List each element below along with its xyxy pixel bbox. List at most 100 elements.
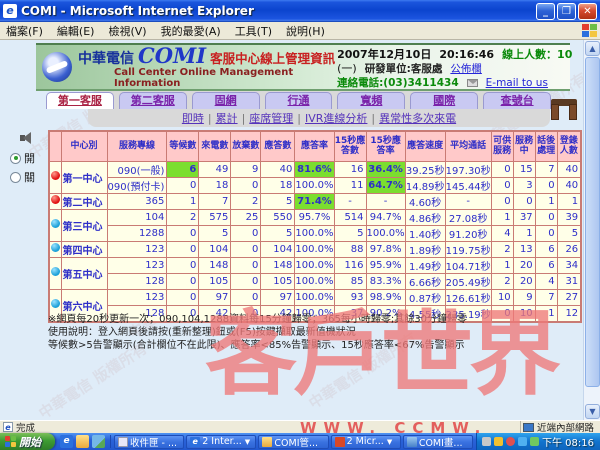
tab-第二客服[interactable]: 第二客服 (119, 92, 187, 109)
stat-cell: 39.25秒 (405, 161, 445, 177)
taskbar-button[interactable]: e2 Inter...▼ (186, 435, 256, 449)
stat-cell: 100.0% (295, 177, 334, 193)
stat-cell: 40 (261, 161, 295, 177)
modem-tray-icon[interactable] (482, 437, 491, 446)
windows-flag-icon (5, 436, 16, 447)
taskbar-button[interactable]: 2 Micr...▼ (331, 435, 401, 449)
antivirus-tray-icon[interactable] (506, 437, 515, 446)
stat-cell: 0 (167, 241, 199, 257)
status-bar: e 完成 近端內部網路 (0, 420, 600, 433)
stat-cell: 11 (334, 177, 366, 193)
ie-quicklaunch-icon[interactable]: e (60, 435, 73, 448)
tab-第一客服[interactable]: 第一客服 (46, 92, 114, 109)
subnav-link[interactable]: 即時 (182, 112, 204, 125)
stat-cell: 1.49秒 (405, 257, 445, 273)
stat-cell: 94.7% (366, 209, 405, 225)
status-dot-icon (51, 195, 60, 204)
network-tray-icon[interactable] (518, 437, 527, 446)
tab-行通[interactable]: 行通 (265, 92, 333, 109)
taskbar-button[interactable]: COMI畫... (403, 435, 473, 449)
column-header: 應答速度 (405, 131, 445, 161)
menu-item[interactable]: 編輯(E) (57, 23, 95, 39)
current-date: 2007年12月10日 (337, 48, 431, 62)
doc-icon (335, 437, 345, 447)
subnav-link[interactable]: 累計 (216, 112, 238, 125)
stat-cell: 64.7% (366, 177, 405, 193)
security-tray-icon[interactable] (494, 437, 503, 446)
show-desktop-icon[interactable] (92, 435, 105, 448)
service-line-cell: 123 (107, 257, 167, 273)
menu-item[interactable]: 我的最愛(A) (161, 23, 221, 39)
table-row: 090(預付卡)018018100.0%1164.7%14.89秒145.44秒… (49, 177, 581, 193)
menu-item[interactable]: 檢視(V) (108, 23, 146, 39)
sound-on-radio[interactable] (10, 153, 21, 164)
footnote-line: 使用說明：登入網頁後請按(重新整理)鈕或(F5)按鍵擷取最新值機狀況 (48, 326, 572, 339)
stat-cell: 27.08秒 (445, 209, 491, 225)
center-name-cell: 第一中心 (61, 161, 107, 193)
stat-cell: 0 (167, 273, 199, 289)
menu-item[interactable]: 說明(H) (286, 23, 325, 39)
stat-cell: 2 (167, 209, 199, 225)
stat-cell: 100.0% (295, 225, 334, 241)
scrollbar-thumb[interactable] (585, 57, 600, 387)
column-header: 放棄數 (231, 131, 261, 161)
scroll-up-arrow-icon[interactable]: ▲ (585, 41, 600, 56)
menu-item[interactable]: 工具(T) (235, 23, 272, 39)
stat-cell: 7 (199, 193, 231, 209)
zone-label: 近端內部網路 (537, 420, 594, 434)
column-header: 15秒應答率 (366, 131, 405, 161)
close-button[interactable]: ✕ (578, 3, 597, 20)
window-titlebar: e COMI - Microsoft Internet Explorer _ ❐… (0, 0, 600, 22)
page-done-icon: e (3, 422, 13, 432)
stat-cell: 3 (513, 177, 535, 193)
tab-固網[interactable]: 固網 (192, 92, 260, 109)
status-dot-cell (49, 193, 61, 209)
ie-app-icon: e (3, 4, 17, 18)
taskbar-button[interactable]: COMI管... (258, 435, 328, 449)
taskbar-button[interactable]: 收件匣 - ... (114, 435, 184, 449)
stat-cell: 0 (535, 209, 557, 225)
stat-cell: 0 (231, 177, 261, 193)
subnav-link[interactable]: IVR進線分析 (305, 112, 367, 125)
minimize-button[interactable]: _ (536, 3, 555, 20)
stat-cell: 145.44秒 (445, 177, 491, 193)
table-row: 12801050105100.0%8583.3%6.66秒205.49秒2204… (49, 273, 581, 289)
start-button[interactable]: 開始 (0, 433, 55, 450)
taskbar-clock: 下午 08:16 (542, 434, 594, 449)
scroll-down-arrow-icon[interactable]: ▼ (585, 404, 600, 419)
folder-quicklaunch-icon[interactable] (76, 435, 89, 448)
stat-cell: 148 (261, 257, 295, 273)
service-line-cell: 1288 (107, 225, 167, 241)
stat-cell: 1 (557, 193, 581, 209)
menu-item[interactable]: 檔案(F) (6, 23, 43, 39)
stat-cell: 7 (535, 161, 557, 177)
sound-on-option[interactable]: 開 (10, 150, 50, 166)
tab-寬頻[interactable]: 寬頻 (337, 92, 405, 109)
stat-cell: 97 (199, 289, 231, 305)
stat-cell: 9 (231, 161, 261, 177)
sound-off-option[interactable]: 關 (10, 169, 50, 185)
intranet-icon (523, 423, 534, 432)
menu-bar: 檔案(F) 編輯(E) 檢視(V) 我的最愛(A) 工具(T) 說明(H) (0, 22, 600, 40)
schedule-tray-icon[interactable] (530, 437, 539, 446)
stat-cell: 100.0% (295, 241, 334, 257)
email-link[interactable]: E-mail to us (486, 76, 548, 90)
service-line-cell: 123 (107, 241, 167, 257)
tab-查號台[interactable]: 查號台 (483, 92, 551, 109)
status-text: 完成 (16, 420, 35, 434)
table-row: 第四中心12301040104100.0%8897.8%1.89秒119.75秒… (49, 241, 581, 257)
subnav-link[interactable]: 異常性多次來電 (379, 112, 456, 125)
desktop-screen: e COMI - Microsoft Internet Explorer _ ❐… (0, 0, 600, 450)
vertical-scrollbar[interactable]: ▲ ▼ (583, 40, 600, 420)
stat-cell: 0 (231, 241, 261, 257)
subnav-link[interactable]: 座席管理 (249, 112, 293, 125)
sound-off-radio[interactable] (10, 172, 21, 183)
bulletin-board-link[interactable]: 公佈欄 (450, 62, 482, 76)
maximize-button[interactable]: ❐ (557, 3, 576, 20)
stat-cell: 83.3% (366, 273, 405, 289)
stat-cell: 49 (199, 161, 231, 177)
stat-cell: 100.0% (295, 289, 334, 305)
stat-cell: 25 (231, 209, 261, 225)
tab-國際[interactable]: 國際 (410, 92, 478, 109)
stat-cell: 0 (491, 161, 513, 177)
